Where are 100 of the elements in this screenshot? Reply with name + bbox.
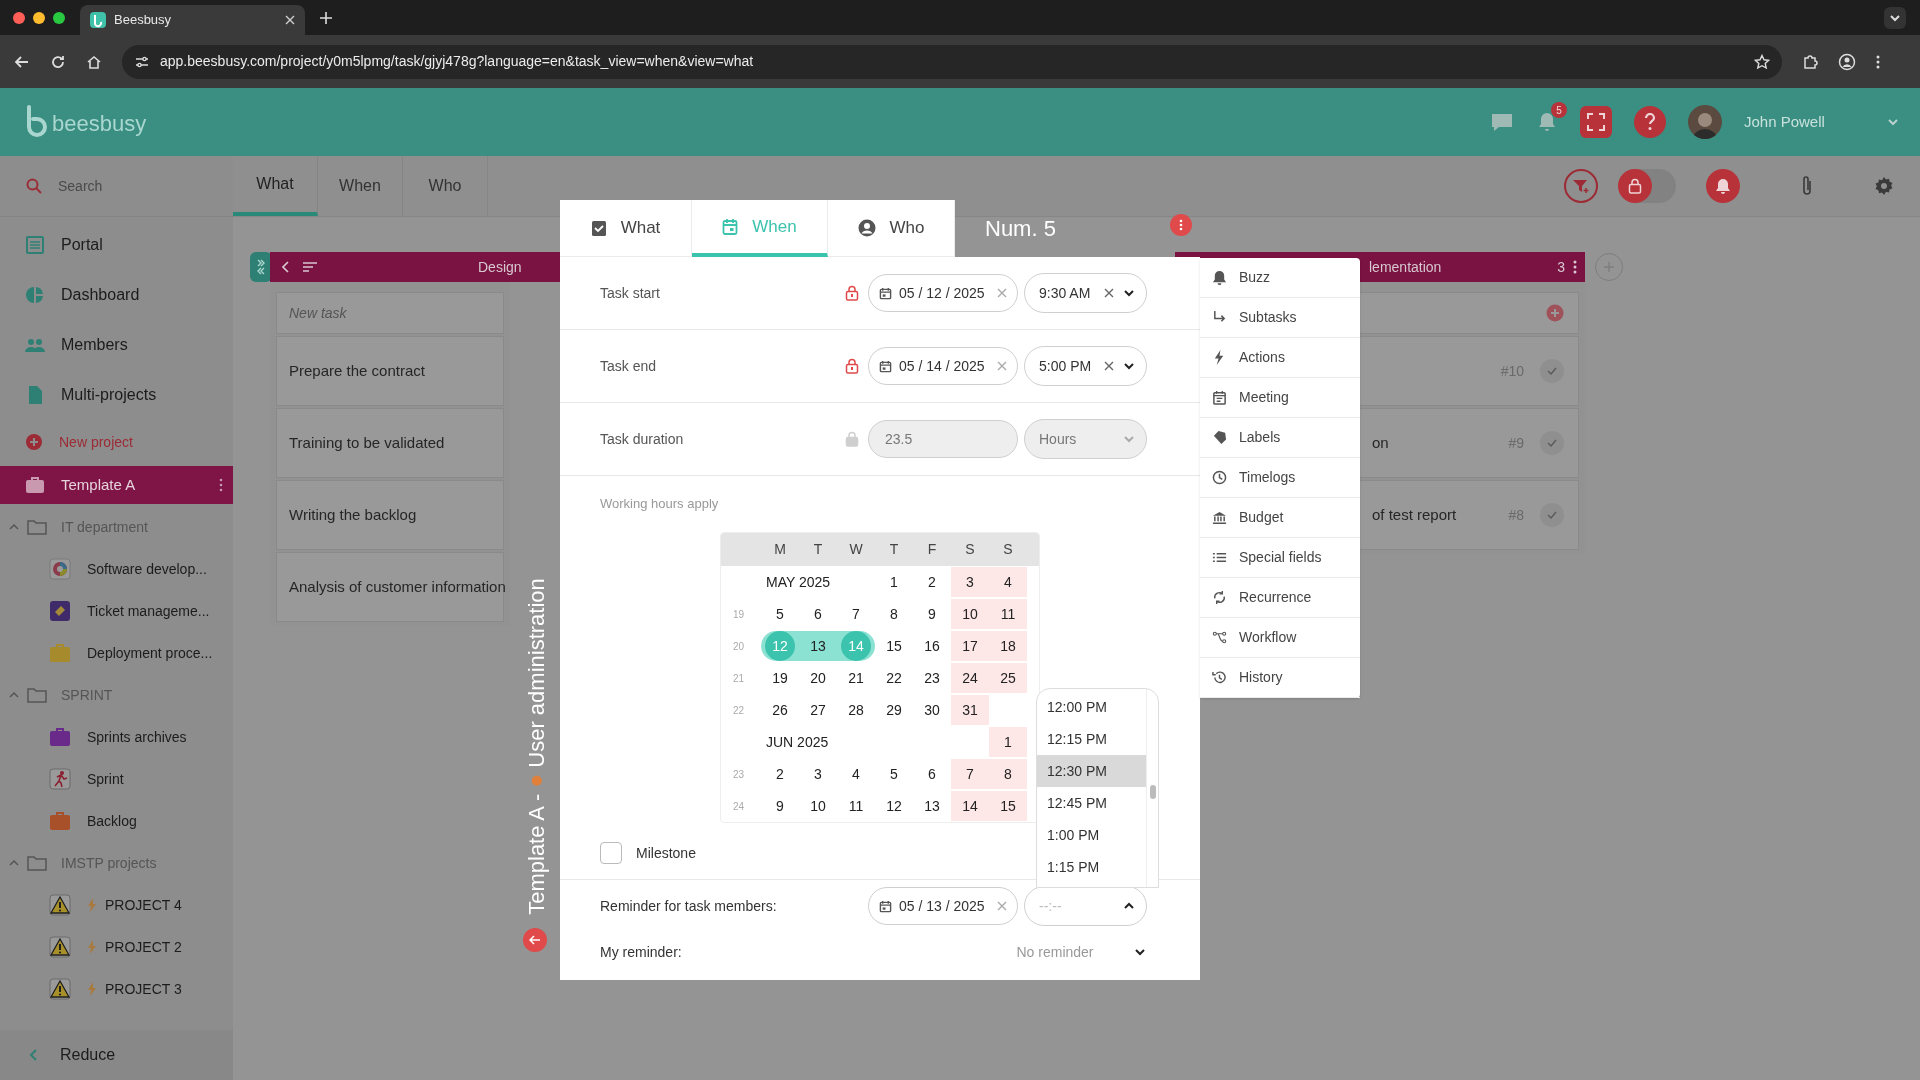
- day-cell[interactable]: 10: [951, 599, 989, 629]
- help-button[interactable]: [1634, 106, 1666, 138]
- day-cell[interactable]: 4: [837, 759, 875, 789]
- day-cell[interactable]: 4: [989, 567, 1027, 597]
- sidebar-project-item[interactable]: PROJECT 3: [0, 968, 233, 1010]
- side-menu-item[interactable]: Buzz: [1200, 258, 1360, 298]
- day-cell[interactable]: 3: [799, 759, 837, 789]
- day-cell[interactable]: 7: [837, 599, 875, 629]
- day-cell[interactable]: 20: [799, 663, 837, 693]
- scrollbar[interactable]: [1146, 689, 1158, 887]
- side-menu-item[interactable]: Budget: [1200, 498, 1360, 538]
- day-cell[interactable]: 1: [875, 567, 913, 597]
- time-option[interactable]: 12:45 PM: [1037, 787, 1146, 819]
- address-bar[interactable]: app.beesbusy.com/project/y0m5lpmg/task/gjyj478g?language=en&task_view=when&view=what: [122, 44, 1782, 79]
- day-cell[interactable]: 23: [913, 663, 951, 693]
- day-cell[interactable]: 18: [989, 631, 1027, 661]
- day-cell[interactable]: 12: [875, 791, 913, 821]
- close-window-icon[interactable]: [13, 11, 25, 24]
- day-cell[interactable]: 6: [799, 599, 837, 629]
- day-cell[interactable]: 2: [761, 759, 799, 789]
- main-tab[interactable]: What: [233, 156, 318, 216]
- day-cell[interactable]: 11: [837, 791, 875, 821]
- duration-field[interactable]: 23.5: [868, 420, 1018, 458]
- day-cell[interactable]: 9: [913, 599, 951, 629]
- side-menu-item[interactable]: Recurrence: [1200, 578, 1360, 618]
- sidebar-project-item[interactable]: Sprint: [0, 758, 233, 800]
- day-cell[interactable]: 8: [989, 759, 1027, 789]
- day-cell[interactable]: 6: [913, 759, 951, 789]
- sidebar-project-item[interactable]: Backlog: [0, 800, 233, 842]
- side-menu-item[interactable]: History: [1200, 658, 1360, 698]
- sidebar-nav-item[interactable]: Members: [0, 320, 233, 370]
- day-cell[interactable]: 13: [799, 631, 837, 661]
- time-option[interactable]: 12:00 PM: [1037, 691, 1146, 723]
- task-card[interactable]: Training to be validated: [276, 408, 504, 478]
- day-cell[interactable]: 3: [951, 567, 989, 597]
- expand-columns-button[interactable]: [250, 252, 272, 282]
- sidebar-project-item[interactable]: Software develop...: [0, 548, 233, 590]
- task-card[interactable]: Analysis of customer information: [276, 552, 504, 622]
- day-cell[interactable]: 31: [951, 695, 989, 725]
- sidebar-project-item[interactable]: PROJECT 4: [0, 884, 233, 926]
- sidebar-nav-item[interactable]: Multi-projects: [0, 370, 233, 420]
- zoom-window-icon[interactable]: [53, 11, 65, 24]
- day-cell[interactable]: 5: [875, 759, 913, 789]
- side-menu-item[interactable]: Special fields: [1200, 538, 1360, 578]
- day-cell[interactable]: 29: [875, 695, 913, 725]
- reminder-button[interactable]: [1706, 169, 1740, 203]
- day-cell[interactable]: 26: [761, 695, 799, 725]
- side-menu-item[interactable]: Workflow: [1200, 618, 1360, 658]
- day-cell[interactable]: 30: [913, 695, 951, 725]
- time-option[interactable]: 12:15 PM: [1037, 723, 1146, 755]
- sidebar-project-item[interactable]: Template A: [0, 466, 233, 504]
- task-card[interactable]: Writing the backlog: [276, 480, 504, 550]
- day-cell[interactable]: 21: [837, 663, 875, 693]
- sidebar-project-item[interactable]: Deployment proce...: [0, 632, 233, 674]
- side-menu-item[interactable]: Meeting: [1200, 378, 1360, 418]
- day-cell[interactable]: 22: [875, 663, 913, 693]
- day-cell[interactable]: 19: [761, 663, 799, 693]
- task-card[interactable]: Prepare the contract: [276, 336, 504, 406]
- sidebar-project-item[interactable]: PROJECT 2: [0, 926, 233, 968]
- day-cell[interactable]: 15: [875, 631, 913, 661]
- modal-tab[interactable]: What: [560, 200, 692, 257]
- day-cell[interactable]: 24: [951, 663, 989, 693]
- sidebar-nav-item[interactable]: Portal: [0, 220, 233, 270]
- day-cell[interactable]: 1: [989, 727, 1027, 757]
- side-menu-item[interactable]: Subtasks: [1200, 298, 1360, 338]
- side-menu-item[interactable]: Actions: [1200, 338, 1360, 378]
- filter-button[interactable]: [1564, 169, 1598, 203]
- sidebar-project-item[interactable]: Ticket manageme...: [0, 590, 233, 632]
- day-cell[interactable]: 28: [837, 695, 875, 725]
- milestone-checkbox[interactable]: [600, 842, 622, 864]
- day-cell[interactable]: 2: [913, 567, 951, 597]
- sidebar-nav-item[interactable]: Dashboard: [0, 270, 233, 320]
- side-menu-item[interactable]: Labels: [1200, 418, 1360, 458]
- time-option[interactable]: 1:00 PM: [1037, 819, 1146, 851]
- modal-tab[interactable]: Who: [828, 200, 955, 257]
- day-cell[interactable]: 17: [951, 631, 989, 661]
- fullscreen-button[interactable]: [1580, 106, 1612, 138]
- day-cell[interactable]: 14: [951, 791, 989, 821]
- browser-tab[interactable]: Beesbusy: [80, 5, 305, 35]
- day-cell[interactable]: 8: [875, 599, 913, 629]
- day-cell[interactable]: 11: [989, 599, 1027, 629]
- avatar[interactable]: [1688, 105, 1722, 139]
- day-cell[interactable]: 13: [913, 791, 951, 821]
- minimize-window-icon[interactable]: [33, 11, 45, 24]
- sidebar-project-item[interactable]: Sprints archives: [0, 716, 233, 758]
- day-cell[interactable]: 27: [799, 695, 837, 725]
- main-tab[interactable]: Who: [403, 156, 488, 216]
- day-cell[interactable]: 9: [761, 791, 799, 821]
- search-field[interactable]: Search: [58, 175, 208, 197]
- back-button[interactable]: [523, 928, 547, 952]
- time-option[interactable]: 1:15 PM: [1037, 851, 1146, 883]
- day-cell[interactable]: 25: [989, 663, 1027, 693]
- lock-toggle[interactable]: [1618, 169, 1676, 203]
- unit-select[interactable]: Hours: [1024, 419, 1147, 459]
- time-option[interactable]: 12:30 PM: [1037, 755, 1146, 787]
- day-cell[interactable]: 16: [913, 631, 951, 661]
- day-cell[interactable]: 15: [989, 791, 1027, 821]
- main-tab[interactable]: When: [318, 156, 403, 216]
- reduce-button[interactable]: Reduce: [0, 1030, 233, 1080]
- side-menu-item[interactable]: Timelogs: [1200, 458, 1360, 498]
